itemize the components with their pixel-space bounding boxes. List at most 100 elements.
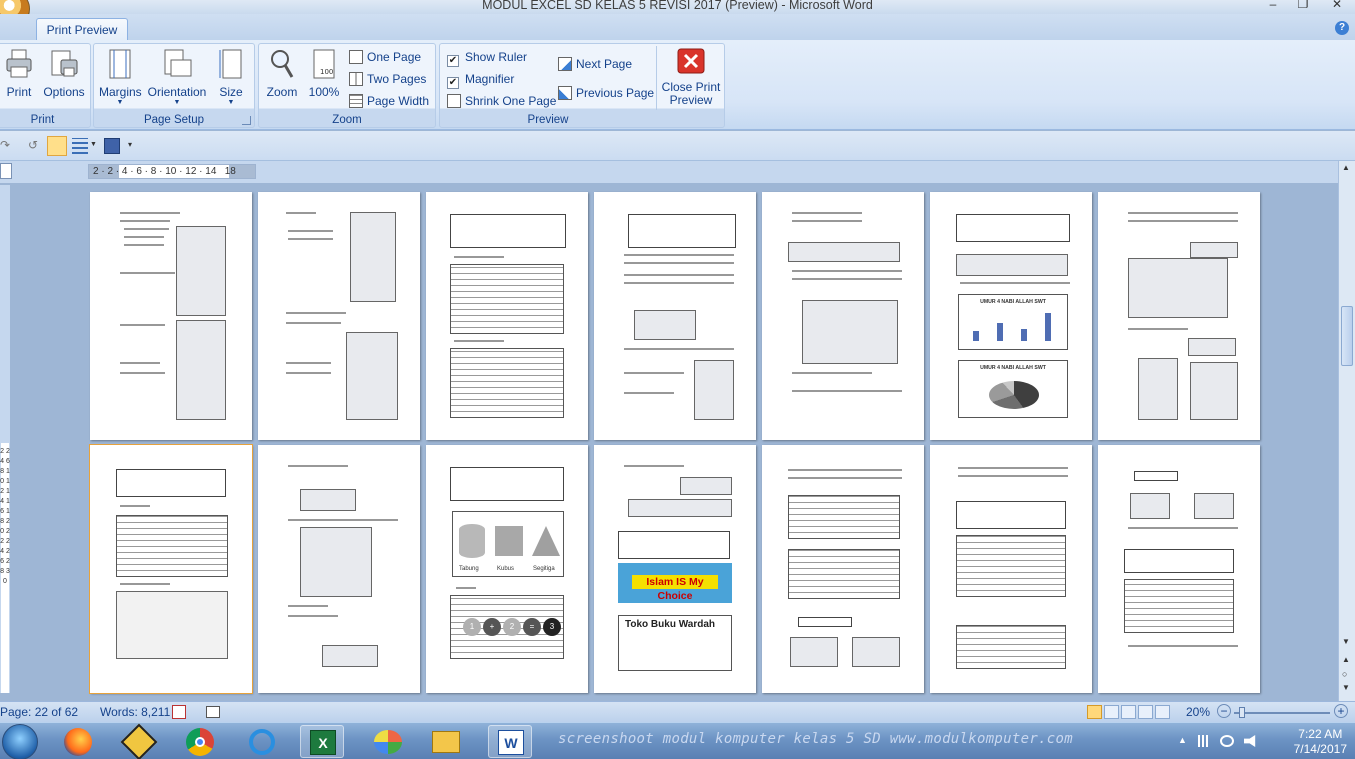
size-icon	[219, 49, 242, 79]
text-line	[124, 236, 164, 238]
taskbar-word[interactable]: W	[488, 725, 532, 758]
print-button[interactable]: Print	[2, 48, 36, 99]
magnifier-checkbox[interactable]: ✔ Magnifier	[447, 69, 514, 89]
page-thumbnail[interactable]: Tabung Kubus Segitiga 1 + 2 = 3	[426, 445, 588, 693]
action-center-icon[interactable]	[1220, 735, 1234, 747]
proofing-icon[interactable]	[172, 705, 186, 719]
one-page-icon	[349, 50, 363, 64]
macro-icon[interactable]	[206, 706, 220, 718]
taskbar-excel[interactable]: X	[300, 725, 344, 758]
page-thumbnail[interactable]	[426, 192, 588, 440]
volume-icon[interactable]	[1244, 735, 1256, 747]
taskbar: X W screenshoot modul komputer kelas 5 S…	[0, 722, 1355, 759]
taskbar-firefox[interactable]	[56, 725, 100, 758]
exercise-box	[628, 214, 736, 248]
orientation-button[interactable]: Orientation ▼	[146, 48, 208, 106]
page-thumbnail[interactable]: Islam IS My Choice Toko Buku Wardah	[594, 445, 756, 693]
system-clock[interactable]: 7:22 AM 7/14/2017	[1294, 727, 1347, 757]
zoom-level[interactable]: 20%	[1186, 705, 1210, 719]
horizontal-ruler[interactable]: 2 · 2 · 4 · 6 · 8 · 10 · 12 · 14 18	[88, 164, 256, 179]
scrollbar-thumb[interactable]	[1341, 306, 1353, 366]
page-thumbnail[interactable]	[594, 192, 756, 440]
draft-view-icon[interactable]	[1155, 705, 1170, 719]
start-button[interactable]	[2, 724, 38, 759]
page-width-button[interactable]: Page Width	[349, 91, 429, 111]
page-thumbnail[interactable]: UMUR 4 NABI ALLAH SWT UMUR 4 NABI ALLAH …	[930, 192, 1092, 440]
vertical-scrollbar[interactable]: ▲ ▼ ▲ ○ ▼	[1338, 161, 1355, 701]
zoom-100-button[interactable]: 100 100%	[305, 48, 343, 99]
scroll-up-icon[interactable]: ▲	[1342, 163, 1350, 172]
print-layout-view-icon[interactable]	[1087, 705, 1102, 719]
zoom-slider-thumb[interactable]	[1239, 707, 1245, 718]
zoom-slider[interactable]	[1234, 712, 1330, 714]
tab-selector[interactable]	[0, 163, 12, 179]
size-button[interactable]: Size ▼	[212, 48, 250, 106]
clock-time: 7:22 AM	[1298, 727, 1343, 741]
bullets-icon[interactable]	[72, 138, 88, 154]
close-print-preview-button[interactable]: Close Print Preview	[660, 48, 722, 107]
taskbar-chrome[interactable]	[178, 725, 222, 758]
exercise-box	[618, 531, 730, 559]
word-count[interactable]: Words: 8,211	[100, 705, 170, 719]
page-thumbnail-current[interactable]	[89, 444, 253, 694]
one-page-button[interactable]: One Page	[349, 47, 421, 67]
document-preview-area[interactable]: UMUR 4 NABI ALLAH SWT UMUR 4 NABI ALLAH …	[10, 183, 1338, 701]
table-image	[788, 495, 900, 539]
page-thumbnail[interactable]	[1098, 445, 1260, 693]
one-page-label: One Page	[367, 50, 422, 64]
page-thumbnail[interactable]	[930, 445, 1092, 693]
browse-object-icon[interactable]: ○	[1342, 669, 1347, 679]
page-thumbnail[interactable]	[90, 192, 252, 440]
taskbar-explorer[interactable]	[424, 725, 468, 758]
tab-print-preview[interactable]: Print Preview	[36, 18, 128, 41]
print-preview-toggle-icon[interactable]	[47, 136, 67, 156]
store-table: Toko Buku Wardah	[618, 615, 732, 671]
tray-expand-icon[interactable]: ▲	[1178, 735, 1192, 747]
quick-access-toolbar: ↷ ↺ ▼ ▾	[0, 131, 1355, 161]
size-label: Size	[219, 85, 243, 99]
minimize-button[interactable]: –	[1260, 0, 1286, 11]
taskbar-paint[interactable]	[366, 725, 410, 758]
full-screen-view-icon[interactable]	[1104, 705, 1119, 719]
app-icon	[120, 723, 158, 759]
redo-icon[interactable]: ↷	[0, 138, 16, 154]
maximize-button[interactable]: ❐	[1290, 0, 1316, 11]
close-window-button[interactable]: ✕	[1324, 0, 1350, 11]
close-preview-icon	[677, 48, 705, 74]
save-icon[interactable]	[104, 138, 120, 154]
previous-page-button[interactable]: Previous Page	[558, 83, 654, 103]
page-thumbnail[interactable]	[1098, 192, 1260, 440]
network-icon[interactable]	[1198, 735, 1212, 747]
options-button[interactable]: Options	[41, 48, 87, 99]
text-line	[286, 372, 331, 374]
show-ruler-checkbox[interactable]: ✔ Show Ruler	[447, 47, 527, 67]
page-thumbnail[interactable]	[762, 445, 924, 693]
spreadsheet-image	[956, 535, 1066, 597]
scroll-down-icon[interactable]: ▼	[1342, 637, 1350, 646]
shrink-one-page-button[interactable]: Shrink One Page	[447, 91, 556, 111]
two-pages-button[interactable]: Two Pages	[349, 69, 426, 89]
ribbon-image	[956, 254, 1068, 276]
previous-page-nav-icon[interactable]: ▲	[1342, 655, 1350, 664]
web-layout-view-icon[interactable]	[1121, 705, 1136, 719]
margins-button[interactable]: Margins ▼	[99, 48, 142, 106]
taskbar-app[interactable]	[116, 723, 160, 759]
zoom-out-button[interactable]: −	[1217, 704, 1231, 718]
ribbon-image	[788, 242, 900, 262]
previous-page-label: Previous Page	[576, 86, 655, 100]
page-setup-launcher-icon[interactable]	[242, 116, 251, 125]
help-icon[interactable]: ?	[1335, 21, 1349, 35]
customize-qat-icon[interactable]: ▾	[128, 140, 144, 156]
next-page-button[interactable]: Next Page	[558, 54, 632, 74]
vertical-ruler[interactable]: 2 2 4 6 8 10 12 14 16 18 20 22 24 26 28 …	[0, 185, 10, 693]
repeat-icon[interactable]: ↺	[28, 138, 44, 154]
taskbar-ie[interactable]	[240, 725, 284, 758]
page-thumbnail[interactable]	[762, 192, 924, 440]
page-thumbnail[interactable]	[258, 445, 420, 693]
zoom-in-button[interactable]: +	[1334, 704, 1348, 718]
zoom-button[interactable]: Zoom	[265, 48, 299, 99]
next-page-nav-icon[interactable]: ▼	[1342, 683, 1350, 692]
page-count[interactable]: Page: 22 of 62	[0, 705, 78, 719]
page-thumbnail[interactable]	[258, 192, 420, 440]
outline-view-icon[interactable]	[1138, 705, 1153, 719]
